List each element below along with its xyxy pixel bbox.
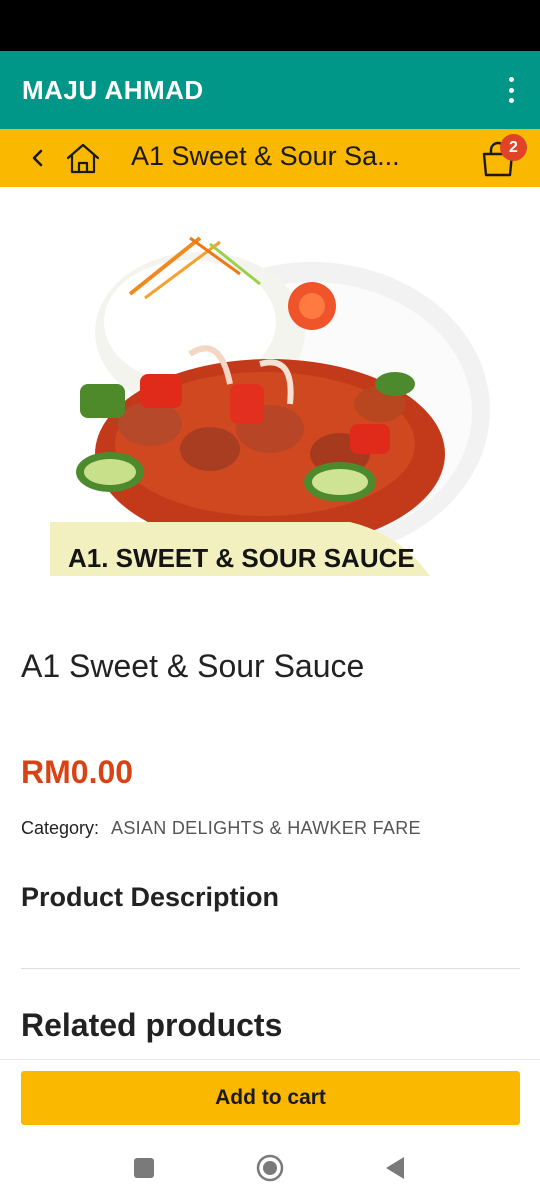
home-icon[interactable] [64, 140, 102, 176]
category-link[interactable]: ASIAN DELIGHTS & HAWKER FARE [111, 818, 421, 839]
add-to-cart-button[interactable]: Add to cart [21, 1071, 520, 1125]
product-toolbar: A1 Sweet & Sour Sa... [0, 129, 540, 187]
image-caption: A1. SWEET & SOUR SAUCE [68, 543, 415, 573]
divider [21, 968, 520, 969]
app-title: MAJU AHMAD [22, 74, 204, 105]
app-bar: MAJU AHMAD [0, 51, 540, 129]
back-triangle-icon[interactable] [384, 1155, 408, 1181]
category-row: Category: ASIAN DELIGHTS & HAWKER FARE [21, 818, 421, 839]
home-circle-icon[interactable] [255, 1153, 285, 1183]
recents-icon[interactable] [134, 1158, 154, 1178]
related-products-heading: Related products [21, 1007, 283, 1043]
status-bar [0, 0, 540, 51]
product-name: A1 Sweet & Sour Sauce [21, 648, 365, 684]
more-vert-icon[interactable] [501, 75, 521, 105]
description-heading: Product Description [21, 882, 280, 912]
system-nav-bar [0, 1139, 540, 1200]
chevron-left-icon[interactable] [26, 145, 48, 171]
cart-count-badge: 2 [500, 134, 527, 161]
category-label: Category: [21, 818, 100, 838]
product-image: A1. SWEET & SOUR SAUCE [50, 234, 495, 576]
product-price: RM0.00 [21, 754, 134, 790]
page-title: A1 Sweet & Sour Sa... [131, 141, 400, 171]
